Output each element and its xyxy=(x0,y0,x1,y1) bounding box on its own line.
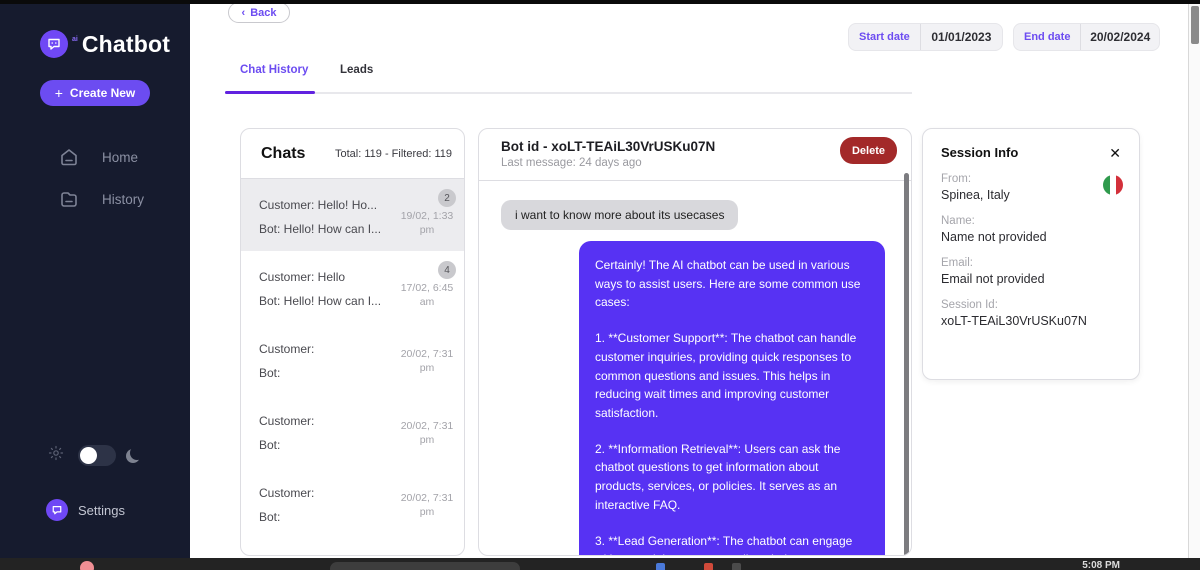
chat-timestamp: 20/02, 7:31pm xyxy=(398,491,456,519)
end-date-label: End date xyxy=(1014,31,1080,43)
brand-name: Chatbot xyxy=(82,31,170,58)
theme-switcher xyxy=(48,445,144,466)
chat-list-item[interactable]: Customer: Hello! Ho... Bot: Hello! How c… xyxy=(241,179,464,251)
bot-message-paragraph: Certainly! The AI chatbot can be used in… xyxy=(595,256,869,312)
chatbot-admin-app: ai Chatbot + Create New Home History xyxy=(0,0,1200,570)
chat-bot-preview: Bot: xyxy=(259,505,399,529)
conversation-panel: Bot id - xoLT-TEAiL30VrUSKu07N Last mess… xyxy=(478,128,912,556)
italy-flag-icon xyxy=(1103,175,1123,195)
home-icon xyxy=(58,146,80,168)
chat-bubble-logo-icon xyxy=(40,30,68,58)
name-value: Name not provided xyxy=(941,230,1121,244)
chats-panel: Chats Total: 119 - Filtered: 119 Custome… xyxy=(240,128,465,556)
session-email-field: Email: Email not provided xyxy=(923,257,1139,286)
chat-bot-preview: Bot: Hello! How can I... xyxy=(259,217,399,241)
scrollbar-thumb[interactable] xyxy=(1191,6,1199,44)
session-id-value: xoLT-TEAiL30VrUSKu07N xyxy=(941,314,1121,328)
sidebar-item-label: Home xyxy=(102,150,138,165)
plus-icon: + xyxy=(55,85,63,101)
bot-message-paragraph: 3. **Lead Generation**: The chatbot can … xyxy=(595,532,869,556)
bot-message-bubble: Certainly! The AI chatbot can be used in… xyxy=(579,241,885,556)
settings-chat-icon xyxy=(46,499,68,521)
session-id-field: Session Id: xoLT-TEAiL30VrUSKu07N xyxy=(923,299,1139,328)
chats-summary: Total: 119 - Filtered: 119 xyxy=(335,148,452,160)
chat-timestamp: 20/02, 7:31pm xyxy=(398,347,456,375)
os-taskbar: 5:08 PM xyxy=(0,558,1200,570)
bot-message-paragraph: 2. **Information Retrieval**: Users can … xyxy=(595,440,869,515)
active-tab-indicator xyxy=(225,91,315,94)
chat-bot-preview: Bot: xyxy=(259,361,399,385)
sun-icon xyxy=(48,445,64,466)
chevron-left-icon: ‹ xyxy=(242,7,246,19)
tab-bar: Chat History Leads xyxy=(225,60,912,94)
history-folder-icon xyxy=(58,188,80,210)
session-from-field: From: Spinea, Italy xyxy=(923,173,1139,202)
create-new-button[interactable]: + Create New xyxy=(40,80,150,106)
taskbar-app-icon[interactable] xyxy=(656,563,665,570)
moon-icon xyxy=(130,446,144,460)
sidebar-item-home[interactable]: Home xyxy=(58,146,138,168)
chat-bot-preview: Bot: Hello! How can I... xyxy=(259,289,399,313)
chat-timestamp: 19/02, 1:33pm xyxy=(398,209,456,237)
create-new-label: Create New xyxy=(70,86,135,100)
chat-list-item[interactable]: Customer: Bot: 20/02, 7:31pm xyxy=(241,323,464,395)
sidebar-item-label: History xyxy=(102,192,144,207)
page-scrollbar[interactable] xyxy=(1188,4,1200,558)
chat-customer-preview: Customer: Hello! Ho... xyxy=(259,193,399,217)
sidebar-item-settings[interactable]: Settings xyxy=(46,499,125,521)
end-date-value[interactable]: 20/02/2024 xyxy=(1081,30,1159,44)
unread-count-badge: 2 xyxy=(438,189,456,207)
chats-title: Chats xyxy=(261,145,305,163)
name-label: Name: xyxy=(941,215,1121,227)
taskbar-app-icon[interactable] xyxy=(732,563,741,570)
user-message-bubble: i want to know more about its usecases xyxy=(501,200,738,230)
chat-list-item[interactable]: Customer: Bot: 20/02, 7:31pm xyxy=(241,395,464,467)
settings-label: Settings xyxy=(78,503,125,518)
from-label: From: xyxy=(941,173,1121,185)
back-label: Back xyxy=(250,7,276,19)
session-id-label: Session Id: xyxy=(941,299,1121,311)
session-info-panel: Session Info ✕ From: Spinea, Italy Name:… xyxy=(922,128,1140,380)
dark-mode-toggle[interactable] xyxy=(78,445,116,466)
chat-customer-preview: Customer: xyxy=(259,481,399,505)
delete-button[interactable]: Delete xyxy=(840,137,897,164)
back-button[interactable]: ‹ Back xyxy=(228,2,290,23)
sidebar-item-history[interactable]: History xyxy=(58,188,144,210)
close-icon[interactable]: ✕ xyxy=(1109,146,1121,160)
chat-timestamp: 17/02, 6:45am xyxy=(398,281,456,309)
toggle-knob xyxy=(80,447,97,464)
brand-prefix: ai xyxy=(72,36,78,43)
sidebar: ai Chatbot + Create New Home History xyxy=(0,0,190,558)
conversation-body: i want to know more about its usecases C… xyxy=(479,181,911,556)
taskbar-app-icon[interactable] xyxy=(704,563,713,570)
chat-bot-preview: Bot: xyxy=(259,433,399,457)
taskbar-clock: 5:08 PM xyxy=(1082,560,1120,570)
email-label: Email: xyxy=(941,257,1121,269)
chat-customer-preview: Customer: xyxy=(259,337,399,361)
tab-chat-history[interactable]: Chat History xyxy=(240,64,308,76)
session-name-field: Name: Name not provided xyxy=(923,215,1139,244)
window-top-edge xyxy=(0,0,1200,4)
start-date-filter[interactable]: Start date 01/01/2023 xyxy=(848,23,1003,51)
email-value: Email not provided xyxy=(941,272,1121,286)
start-date-label: Start date xyxy=(849,31,920,43)
chats-header: Chats Total: 119 - Filtered: 119 xyxy=(241,129,464,179)
tab-leads[interactable]: Leads xyxy=(340,64,373,76)
end-date-filter[interactable]: End date 20/02/2024 xyxy=(1013,23,1160,51)
chat-customer-preview: Customer: Hello xyxy=(259,265,399,289)
chat-customer-preview: Customer: xyxy=(259,409,399,433)
brand-logo: ai Chatbot xyxy=(40,30,170,58)
chat-list-item[interactable]: Customer: Hello Bot: Hello! How can I...… xyxy=(241,251,464,323)
start-date-value[interactable]: 01/01/2023 xyxy=(921,30,1002,44)
from-value: Spinea, Italy xyxy=(941,188,1121,202)
session-info-title: Session Info xyxy=(941,145,1018,160)
chat-timestamp: 20/02, 7:31pm xyxy=(398,419,456,447)
conversation-scrollbar[interactable] xyxy=(904,173,909,556)
chat-list-item[interactable]: Customer: Bot: 20/02, 7:31pm xyxy=(241,467,464,539)
taskbar-notification-icon[interactable] xyxy=(80,561,94,570)
bot-message-paragraph: 1. **Customer Support**: The chatbot can… xyxy=(595,329,869,423)
taskbar-search-box[interactable] xyxy=(330,562,520,570)
unread-count-badge: 4 xyxy=(438,261,456,279)
conversation-header: Bot id - xoLT-TEAiL30VrUSKu07N Last mess… xyxy=(479,129,911,181)
